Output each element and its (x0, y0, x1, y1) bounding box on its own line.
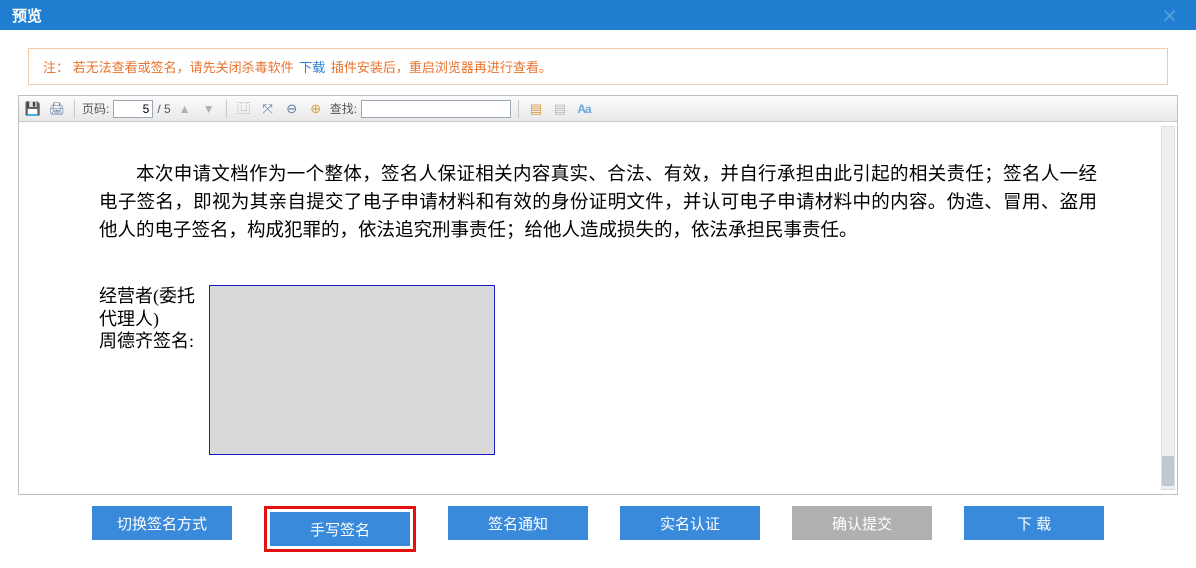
signer-role-line1: 经营者(委托 (99, 285, 209, 308)
modal-header: 预览 ✕ (0, 0, 1196, 30)
doc-icon-1[interactable]: ▤ (526, 99, 546, 119)
document-content: 本次申请文档作为一个整体，签名人保证相关内容真实、合法、有效，并自行承担由此引起… (19, 122, 1177, 475)
download-button[interactable]: 下 载 (964, 506, 1104, 540)
fit-page-icon[interactable]: ⤧ (258, 99, 278, 119)
scrollbar-thumb[interactable] (1162, 456, 1174, 486)
save-icon[interactable]: 💾 (23, 99, 43, 119)
modal-title: 预览 (12, 5, 42, 26)
zoom-in-icon[interactable]: ⊕ (306, 99, 326, 119)
notice-text-1: 若无法查看或签名，请先关闭杀毒软件 (73, 60, 294, 75)
realname-auth-button[interactable]: 实名认证 (620, 506, 760, 540)
doc-icon-2[interactable]: ▤ (550, 99, 570, 119)
signer-name-line: 周德齐签名: (99, 330, 209, 353)
signature-block: 经营者(委托 代理人) 周德齐签名: (99, 285, 1097, 455)
document-pane: 本次申请文档作为一个整体，签名人保证相关内容真实、合法、有效，并自行承担由此引起… (19, 122, 1177, 494)
page-prev-icon[interactable]: ▲ (175, 99, 195, 119)
signature-box[interactable] (209, 285, 495, 455)
sign-notice-button[interactable]: 签名通知 (448, 506, 588, 540)
scrollbar-track (1161, 126, 1175, 490)
page-number-input[interactable] (113, 100, 153, 118)
toolbar-separator (74, 100, 75, 118)
confirm-submit-button: 确认提交 (792, 506, 932, 540)
page-label: 页码: (82, 100, 109, 117)
zoom-out-icon[interactable]: ⊖ (282, 99, 302, 119)
download-plugin-link[interactable]: 下载 (299, 60, 325, 75)
search-label: 查找: (330, 100, 357, 117)
footer-buttons: 切换签名方式 手写签名 签名通知 实名认证 确认提交 下 载 (0, 506, 1196, 552)
search-input[interactable] (361, 100, 511, 118)
page-next-icon[interactable]: ▼ (199, 99, 219, 119)
notice-bar: 注： 若无法查看或签名，请先关闭杀毒软件 下载 插件安装后，重启浏览器再进行查看… (28, 48, 1168, 85)
signer-label: 经营者(委托 代理人) 周德齐签名: (99, 285, 209, 455)
page-total: / 5 (157, 102, 170, 116)
print-icon[interactable]: 🖨 (47, 99, 67, 119)
close-icon[interactable]: ✕ (1161, 4, 1178, 29)
document-paragraph: 本次申请文档作为一个整体，签名人保证相关内容真实、合法、有效，并自行承担由此引起… (99, 162, 1097, 245)
preview-modal: 预览 ✕ 注： 若无法查看或签名，请先关闭杀毒软件 下载 插件安装后，重启浏览器… (0, 0, 1196, 568)
handwrite-sign-button[interactable]: 手写签名 (270, 512, 410, 546)
notice-prefix: 注： (43, 60, 69, 75)
fit-width-icon[interactable]: ⿶ (234, 99, 254, 119)
toolbar-separator (518, 100, 519, 118)
handwrite-highlight: 手写签名 (264, 506, 416, 552)
toolbar-separator (226, 100, 227, 118)
viewer-toolbar: 💾 🖨 页码: / 5 ▲ ▼ ⿶ ⤧ ⊖ ⊕ 查找: ▤ ▤ Aa (19, 96, 1177, 122)
text-size-icon[interactable]: Aa (574, 99, 594, 119)
scrollbar[interactable] (1161, 126, 1175, 490)
notice-text-2: 插件安装后，重启浏览器再进行查看。 (331, 60, 552, 75)
switch-sign-mode-button[interactable]: 切换签名方式 (92, 506, 232, 540)
signer-role-line2: 代理人) (99, 308, 209, 331)
document-viewer: 💾 🖨 页码: / 5 ▲ ▼ ⿶ ⤧ ⊖ ⊕ 查找: ▤ ▤ Aa 本次申请文… (18, 95, 1178, 495)
